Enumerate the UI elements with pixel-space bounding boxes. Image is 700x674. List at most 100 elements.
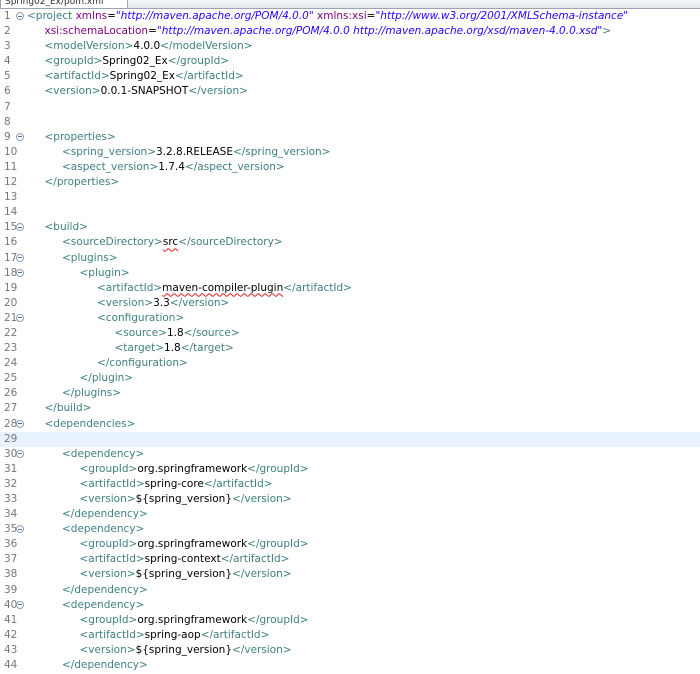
fold-collapse-icon[interactable] (16, 223, 24, 232)
code-line[interactable]: 11 <aspect_version>1.7.4</aspect_version> (0, 160, 700, 175)
line-number: 44 (4, 659, 18, 672)
fold-collapse-icon[interactable] (16, 449, 24, 458)
fold-collapse-icon[interactable] (16, 419, 24, 428)
xml-tag: </aspect_version> (184, 160, 285, 173)
code-line[interactable]: 9 <properties> (0, 130, 700, 145)
code-line[interactable]: 31 <groupId>org.springframework</groupId> (0, 462, 700, 477)
xml-text: org.springframework (137, 538, 248, 551)
code-text: <version>${spring_version}</version> (80, 567, 292, 582)
code-line[interactable]: 28 <dependencies> (0, 417, 700, 432)
code-line[interactable]: 39 </dependency> (0, 583, 700, 598)
code-line[interactable]: 12 </properties> (0, 175, 700, 190)
code-line[interactable]: 41 <groupId>org.springframework</groupId> (0, 613, 700, 628)
code-line[interactable]: 36 <groupId>org.springframework</groupId> (0, 537, 700, 552)
code-line[interactable]: 25 </plugin> (0, 371, 700, 386)
fold-collapse-icon[interactable] (16, 600, 24, 609)
code-line[interactable]: 5 <artifactId>Spring02_Ex</artifactId> (0, 69, 700, 84)
xml-text: 3.2.8.RELEASE (156, 145, 233, 158)
xml-tag: <project (27, 10, 76, 22)
code-line[interactable]: 23 <target>1.8</target> (0, 341, 700, 356)
xml-tag: <dependency> (62, 447, 145, 460)
code-line[interactable]: 42 <artifactId>spring-aop</artifactId> (0, 628, 700, 643)
xml-tag: <artifactId> (79, 628, 145, 641)
code-line[interactable]: 34 </dependency> (0, 507, 700, 522)
fold-collapse-icon[interactable] (16, 313, 24, 322)
code-line[interactable]: 14 (0, 205, 700, 220)
code-line[interactable]: 6 <version>0.0.1-SNAPSHOT</version> (0, 84, 700, 99)
xml-text: org.springframework (137, 613, 248, 626)
xml-tag: </artifactId> (175, 70, 244, 83)
code-line[interactable]: 21 <configuration> (0, 311, 700, 326)
xml-source-editor[interactable]: 1 <project xmlns="http://maven.apache.org… (0, 9, 700, 674)
code-line[interactable]: 35 <dependency> (0, 522, 700, 537)
editor-tab-bar: Spring02_Ex/pom.xml (0, 0, 700, 9)
line-number: 25 (4, 372, 18, 385)
xml-tag: <version> (79, 493, 136, 505)
code-text: <project xmlns="http://maven.apache.org/… (27, 9, 628, 24)
code-line[interactable]: 18 <plugin> (0, 266, 700, 281)
xml-tag: </groupId> (247, 462, 309, 475)
code-line[interactable]: 7 (0, 100, 700, 115)
code-line[interactable]: 30 <dependency> (0, 447, 700, 462)
xml-tag: <aspect_version> (62, 160, 159, 173)
code-line[interactable]: 19 <artifactId>maven-compiler-plugin</art… (0, 281, 700, 296)
line-number: 31 (4, 462, 18, 475)
code-text: <sourceDirectory>src</sourceDirectory> (62, 235, 283, 250)
code-line[interactable]: 10 <spring_version>3.2.8.RELEASE</spring_… (0, 145, 700, 160)
editor-tab-pom-xml[interactable]: Spring02_Ex/pom.xml (0, 0, 128, 8)
code-text: xsi:schemaLocation="http://maven.apache.… (45, 24, 612, 39)
code-line[interactable]: 29 (0, 431, 700, 447)
code-line[interactable]: 4 <groupId>Spring02_Ex</groupId> (0, 54, 700, 69)
fold-collapse-icon[interactable] (16, 268, 24, 277)
code-line[interactable]: 15 <build> (0, 220, 700, 235)
code-line[interactable]: 32 <artifactId>spring-core</artifactId> (0, 477, 700, 492)
fold-collapse-icon[interactable] (16, 132, 24, 141)
fold-collapse-icon[interactable] (16, 253, 24, 262)
line-number: 32 (4, 477, 18, 490)
code-text: <groupId>Spring02_Ex</groupId> (45, 54, 230, 69)
line-number: 43 (4, 643, 18, 656)
xml-tag: <artifactId> (97, 281, 163, 294)
code-text: <target>1.8</target> (115, 341, 234, 356)
code-text: <build> (45, 220, 88, 235)
code-line[interactable]: 2 xsi:schemaLocation="http://maven.apache… (0, 24, 700, 39)
xml-text: org.springframework (137, 462, 248, 475)
line-number: 42 (4, 628, 18, 641)
code-line[interactable]: 20 <version>3.3</version> (0, 296, 700, 311)
code-line[interactable]: 22 <source>1.8</source> (0, 326, 700, 341)
code-line[interactable]: 26 </plugins> (0, 386, 700, 401)
code-line[interactable]: 38 <version>${spring_version}</version> (0, 567, 700, 582)
code-line[interactable]: 8 (0, 115, 700, 130)
code-line[interactable]: 16 <sourceDirectory>src</sourceDirectory> (0, 235, 700, 250)
code-text: <modelVersion>4.0.0</modelVersion> (45, 39, 253, 54)
fold-collapse-icon[interactable] (16, 525, 24, 534)
code-line[interactable]: 3 <modelVersion>4.0.0</modelVersion> (0, 39, 700, 54)
xml-tag: </modelVersion> (160, 40, 253, 53)
code-line[interactable]: 40 <dependency> (0, 598, 700, 613)
xml-tag: <spring_version> (62, 145, 156, 158)
code-line[interactable]: 44 </dependency> (0, 658, 700, 673)
code-line[interactable]: 27 </build> (0, 401, 700, 416)
code-line[interactable]: 1 <project xmlns="http://maven.apache.org… (0, 9, 700, 24)
code-text: <version>${spring_version}</version> (80, 492, 292, 507)
code-line[interactable]: 33 <version>${spring_version}</version> (0, 492, 700, 507)
fold-collapse-icon[interactable] (16, 12, 24, 20)
xml-tag: <dependency> (62, 523, 145, 536)
xml-tag: </groupId> (247, 538, 309, 551)
line-number: 10 (4, 145, 18, 158)
code-text: </dependency> (62, 507, 148, 522)
code-line[interactable]: 13 (0, 190, 700, 205)
code-text: <version>3.3</version> (97, 296, 229, 311)
line-number: 4 (4, 55, 11, 68)
code-text: <properties> (45, 130, 116, 145)
code-text: <artifactId>spring-aop</artifactId> (80, 628, 270, 643)
code-text: <dependency> (62, 522, 144, 537)
code-line[interactable]: 37 <artifactId>spring-context</artifactId… (0, 552, 700, 567)
code-line[interactable]: 24 </configuration> (0, 356, 700, 371)
code-text: </dependency> (62, 658, 148, 673)
xml-tag: </groupId> (167, 55, 230, 68)
code-line[interactable]: 43 <version>${spring_version}</version> (0, 643, 700, 658)
code-line[interactable]: 17 <plugins> (0, 251, 700, 266)
xml-tag: </sourceDirectory> (178, 236, 283, 249)
line-number: 2 (4, 25, 11, 38)
